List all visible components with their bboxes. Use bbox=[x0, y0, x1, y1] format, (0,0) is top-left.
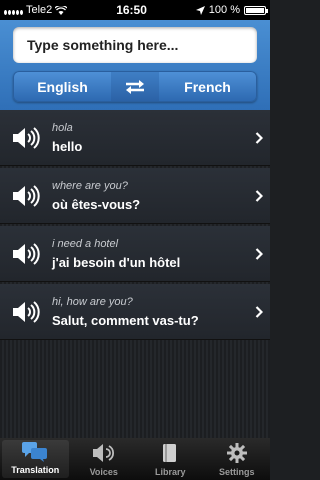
battery-icon bbox=[243, 5, 268, 15]
tab-bar: Translation Voices Library Settings bbox=[0, 438, 270, 480]
list-item[interactable]: hi, how are you? Salut, comment vas-tu? bbox=[0, 284, 270, 340]
list-item[interactable]: i need a hotel j'ai besoin d'un hôtel bbox=[0, 226, 270, 282]
tab-library[interactable]: Library bbox=[137, 438, 204, 480]
speech-bubbles-icon bbox=[22, 441, 48, 462]
swap-languages-button[interactable] bbox=[111, 71, 159, 102]
list-item[interactable]: where are you? où êtes-vous? bbox=[0, 168, 270, 224]
translated-phrase: où êtes-vous? bbox=[52, 196, 141, 212]
target-language-button[interactable]: French bbox=[159, 71, 257, 102]
source-phrase: i need a hotel bbox=[52, 237, 119, 250]
tab-translation[interactable]: Translation bbox=[2, 440, 69, 478]
tab-label: Translation bbox=[11, 465, 60, 475]
source-language-button[interactable]: English bbox=[13, 71, 111, 102]
tab-label: Settings bbox=[218, 467, 255, 477]
translator-header: English French bbox=[0, 20, 270, 110]
wifi-icon bbox=[55, 5, 68, 15]
source-phrase: hi, how are you? bbox=[52, 295, 133, 308]
battery-percent: 100 % bbox=[208, 4, 240, 16]
search-field[interactable] bbox=[13, 27, 257, 63]
translated-phrase: j'ai besoin d'un hôtel bbox=[52, 254, 181, 270]
gear-icon bbox=[226, 443, 247, 463]
carrier-label: Tele2 bbox=[26, 4, 53, 16]
chevron-right-icon bbox=[255, 189, 263, 202]
source-phrase: where are you? bbox=[52, 179, 128, 192]
clock: 16:50 bbox=[116, 3, 147, 17]
chevron-right-icon bbox=[255, 247, 263, 260]
location-arrow-icon bbox=[195, 5, 205, 15]
speaker-icon[interactable] bbox=[11, 184, 41, 207]
speaker-icon bbox=[92, 444, 114, 462]
list-item[interactable]: hola hello bbox=[0, 110, 270, 166]
speaker-icon[interactable] bbox=[11, 242, 41, 265]
translated-phrase: Salut, comment vas-tu? bbox=[52, 312, 199, 328]
source-phrase: hola bbox=[52, 121, 73, 134]
speaker-icon[interactable] bbox=[11, 300, 41, 323]
status-bar: Tele2 16:50 100 % bbox=[0, 0, 270, 20]
language-selector: English French bbox=[13, 71, 257, 102]
tab-voices[interactable]: Voices bbox=[71, 438, 138, 480]
phrase-list: hola hello where are you? où êtes-vous? … bbox=[0, 110, 270, 438]
swap-arrows-icon bbox=[126, 79, 144, 94]
chevron-right-icon bbox=[255, 305, 263, 318]
tab-label: Voices bbox=[89, 467, 118, 477]
speaker-icon[interactable] bbox=[11, 126, 41, 149]
signal-icon bbox=[4, 6, 23, 15]
phrase-input[interactable] bbox=[25, 36, 245, 54]
book-icon bbox=[163, 444, 177, 462]
translated-phrase: hello bbox=[52, 138, 83, 154]
tab-settings[interactable]: Settings bbox=[204, 438, 271, 480]
chevron-right-icon bbox=[255, 131, 263, 144]
tab-label: Library bbox=[154, 467, 186, 477]
